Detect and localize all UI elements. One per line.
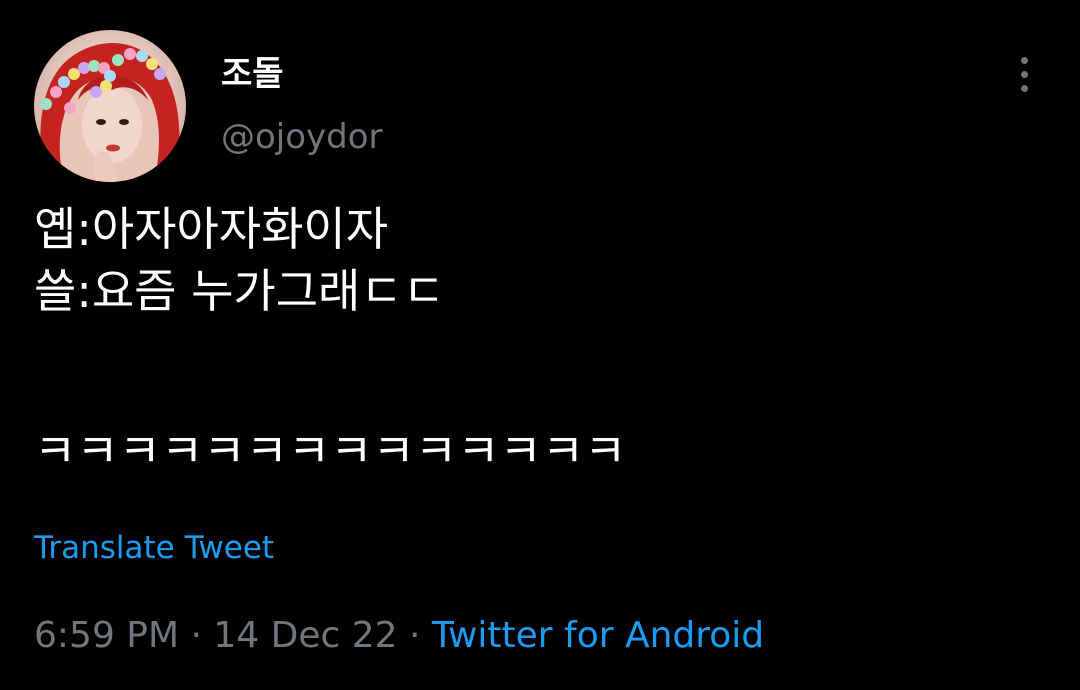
tweet-metadata: 6:59 PM · 14 Dec 22 · Twitter for Androi… [34,612,764,660]
author-display-name[interactable]: 조돌 [221,52,284,96]
more-vertical-icon [1020,84,1028,92]
tweet: 조돌 @ojoydor 옙:아자아자화이자 쓸:요즘 누가그래ㄷㄷ ㅋㅋㅋㅋㅋㅋ… [0,0,1080,690]
translate-tweet-link[interactable]: Translate Tweet [34,526,274,570]
profile-photo [40,42,180,182]
tweet-source-link[interactable]: Twitter for Android [432,615,764,656]
tweet-text-line: 쓸:요즘 누가그래ㄷㄷ [34,264,446,318]
avatar[interactable] [34,30,186,182]
more-options-button[interactable] [1006,52,1042,96]
author-handle[interactable]: @ojoydor [221,115,383,159]
tweet-text-line: 옙:아자아자화이자 [34,202,389,256]
meta-separator: · [179,615,214,656]
tweet-time[interactable]: 6:59 PM [34,615,179,656]
tweet-date[interactable]: 14 Dec 22 [213,615,397,656]
tweet-text-line [34,322,626,420]
meta-separator: · [397,615,432,656]
tweet-text: 옙:아자아자화이자 쓸:요즘 누가그래ㄷㄷ ㅋㅋㅋㅋㅋㅋㅋㅋㅋㅋㅋㅋㅋㅋ [34,198,626,482]
more-vertical-icon [1020,70,1028,78]
tweet-text-line: ㅋㅋㅋㅋㅋㅋㅋㅋㅋㅋㅋㅋㅋㅋ [34,424,627,478]
more-vertical-icon [1020,56,1028,64]
